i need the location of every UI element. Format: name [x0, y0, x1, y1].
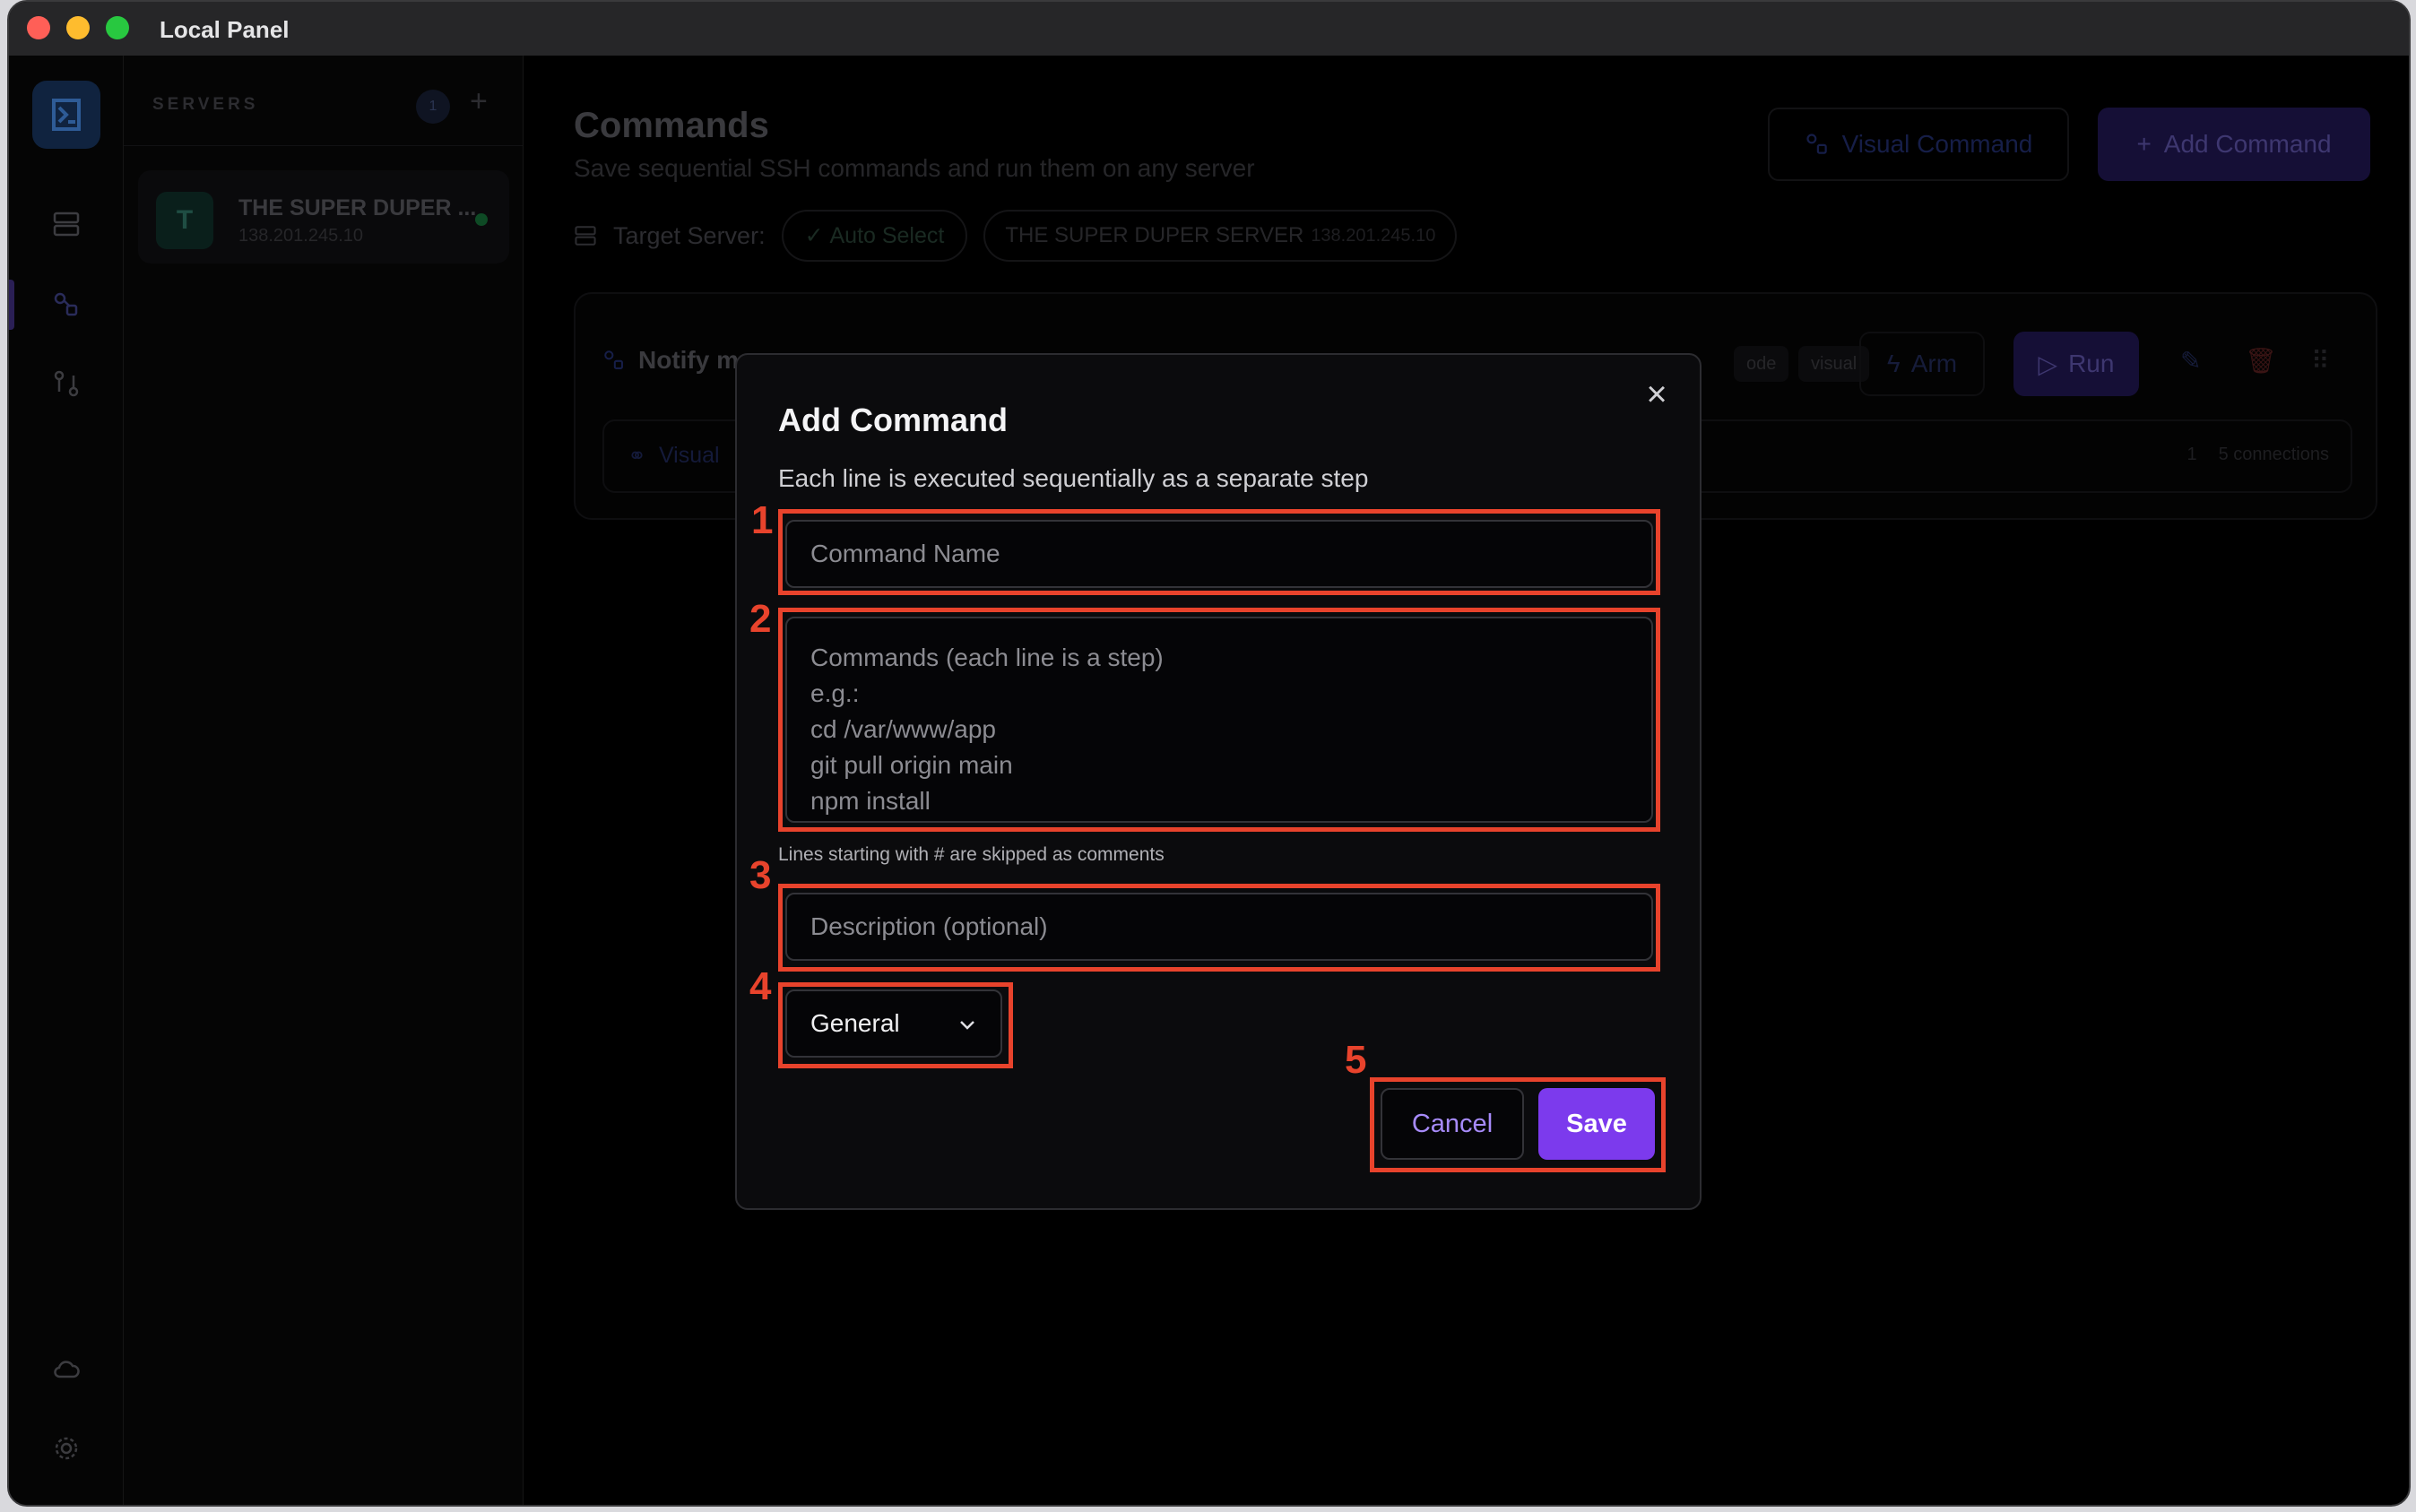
target-server-row: Target Server: ✓ Auto Select THE SUPER D… — [574, 210, 1458, 262]
arm-label: Arm — [1910, 350, 1958, 377]
command-name: Notify m — [638, 346, 739, 374]
dialog-title: Add Command — [778, 402, 1008, 438]
annotation-box-4 — [778, 982, 1013, 1068]
check-icon: ✓ — [804, 223, 830, 248]
arm-button[interactable]: ϟ Arm — [1859, 332, 1985, 396]
workflow-icon: ⚭ — [628, 444, 646, 469]
close-icon[interactable]: × — [1639, 376, 1675, 412]
servers-count-badge: 1 — [416, 90, 450, 124]
node-count: 1 — [2187, 445, 2197, 464]
connections-count: 5 connections — [2218, 445, 2329, 464]
close-window-button[interactable] — [27, 16, 50, 39]
delete-trash-icon[interactable]: 🗑 — [2245, 346, 2277, 376]
workflow-nav-icon[interactable] — [48, 366, 84, 402]
app-logo — [32, 81, 100, 149]
annotation-number-1: 1 — [751, 498, 774, 542]
node-tag: ode — [1734, 346, 1789, 382]
add-command-label: Add Command — [2163, 130, 2332, 158]
command-card-title: Notify m — [602, 346, 739, 375]
comments-hint: Lines starting with # are skipped as com… — [778, 844, 1165, 865]
annotation-box-2 — [778, 608, 1660, 832]
workflow-icon — [1806, 134, 1827, 154]
server-name: THE SUPER DUPER ... — [238, 195, 477, 220]
add-command-button[interactable]: + Add Command — [2098, 108, 2370, 181]
run-button[interactable]: ▷ Run — [2013, 332, 2139, 396]
auto-select-label: Auto Select — [829, 222, 945, 248]
annotation-number-3: 3 — [749, 853, 772, 897]
run-label: Run — [2068, 350, 2115, 377]
sidebar-divider — [124, 145, 523, 146]
server-list-item[interactable]: T THE SUPER DUPER ... 138.201.245.10 — [138, 170, 509, 264]
servers-header: SERVERS — [152, 95, 259, 114]
connections-info: 1 5 connections — [2187, 445, 2329, 465]
lightning-icon: ϟ — [1886, 350, 1901, 377]
annotation-number-5: 5 — [1345, 1038, 1367, 1082]
auto-select-chip[interactable]: ✓ Auto Select — [781, 210, 968, 262]
server-status-dot — [475, 213, 488, 226]
icon-rail — [9, 56, 124, 1505]
server-avatar: T — [156, 192, 213, 249]
server-icon — [575, 226, 596, 246]
app-window: Local Panel SERVERS 1 + T THE SUPER DUPE… — [7, 0, 2411, 1507]
annotation-box-1 — [778, 509, 1660, 595]
server-chip[interactable]: THE SUPER DUPER SERVER 138.201.245.10 — [983, 210, 1458, 262]
page-subtitle: Save sequential SSH commands and run the… — [574, 154, 1255, 182]
servers-sidebar: SERVERS 1 + T THE SUPER DUPER ... 138.20… — [124, 56, 524, 1505]
visual-command-button[interactable]: Visual Command — [1768, 108, 2069, 181]
annotation-number-4: 4 — [749, 964, 772, 1008]
server-chip-ip: 138.201.245.10 — [1311, 225, 1436, 246]
workflow-icon — [604, 350, 623, 369]
server-chip-name: THE SUPER DUPER SERVER — [1005, 223, 1304, 247]
add-command-dialog: × Add Command Each line is executed sequ… — [735, 353, 1702, 1210]
step-label: ⚭ Visual — [628, 443, 720, 470]
title-bar: Local Panel — [9, 2, 2409, 56]
cloud-icon[interactable] — [48, 1352, 84, 1387]
settings-gear-icon[interactable] — [48, 1430, 84, 1466]
zoom-window-button[interactable] — [106, 16, 129, 39]
active-nav-indicator — [9, 280, 14, 330]
window-title: Local Panel — [160, 16, 290, 43]
edit-pencil-icon[interactable]: ✎ — [2180, 346, 2201, 376]
dialog-subtitle: Each line is executed sequentially as a … — [778, 464, 1369, 492]
play-icon: ▷ — [2038, 350, 2058, 378]
annotation-number-2: 2 — [749, 597, 772, 641]
target-server-label: Target Server: — [613, 221, 766, 249]
annotation-box-5 — [1370, 1077, 1666, 1172]
visual-command-label: Visual Command — [1841, 130, 2033, 158]
add-server-button[interactable]: + — [470, 84, 488, 119]
step-type-label: Visual — [658, 443, 720, 468]
server-ip: 138.201.245.10 — [238, 226, 364, 246]
minimize-window-button[interactable] — [66, 16, 90, 39]
page-title: Commands — [574, 106, 769, 145]
servers-nav-icon[interactable] — [48, 206, 84, 242]
plus-icon: + — [2136, 130, 2152, 158]
drag-handle-icon[interactable]: ⠿ — [2311, 346, 2330, 376]
commands-nav-icon[interactable] — [48, 287, 84, 323]
annotation-box-3 — [778, 884, 1660, 972]
